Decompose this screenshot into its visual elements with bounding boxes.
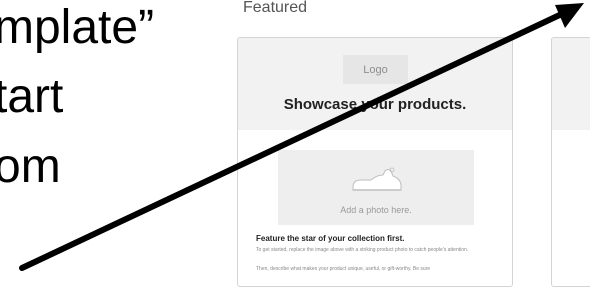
arrow-annotation [19,3,584,271]
